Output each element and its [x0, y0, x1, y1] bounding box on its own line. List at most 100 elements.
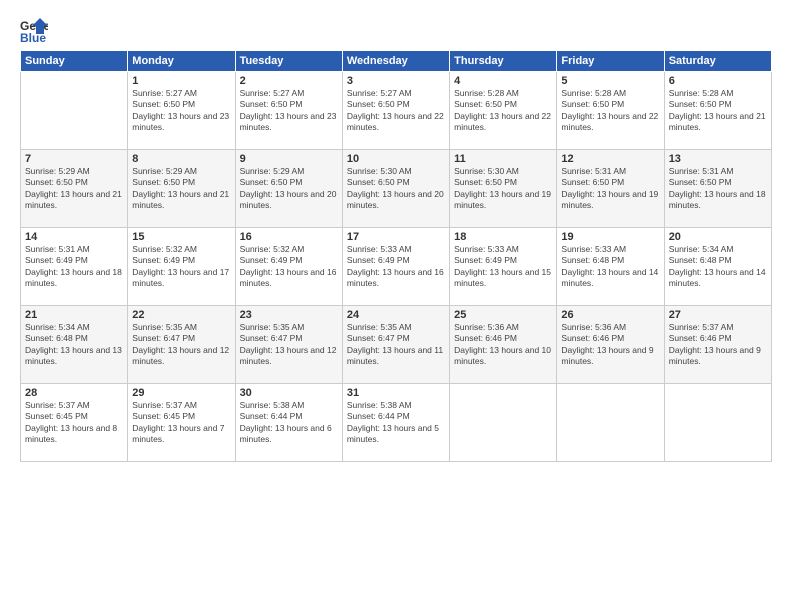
day-number: 11	[454, 153, 552, 165]
cell-content: Sunrise: 5:38 AMSunset: 6:44 PMDaylight:…	[347, 400, 445, 446]
cell-content: Sunrise: 5:31 AMSunset: 6:50 PMDaylight:…	[669, 166, 767, 212]
day-number: 6	[669, 75, 767, 87]
calendar-cell: 17Sunrise: 5:33 AMSunset: 6:49 PMDayligh…	[342, 228, 449, 306]
cell-content: Sunrise: 5:29 AMSunset: 6:50 PMDaylight:…	[132, 166, 230, 212]
calendar-cell: 23Sunrise: 5:35 AMSunset: 6:47 PMDayligh…	[235, 306, 342, 384]
cell-content: Sunrise: 5:31 AMSunset: 6:49 PMDaylight:…	[25, 244, 123, 290]
calendar-cell: 14Sunrise: 5:31 AMSunset: 6:49 PMDayligh…	[21, 228, 128, 306]
day-number: 31	[347, 387, 445, 399]
header-sunday: Sunday	[21, 51, 128, 72]
calendar-cell: 16Sunrise: 5:32 AMSunset: 6:49 PMDayligh…	[235, 228, 342, 306]
day-number: 19	[561, 231, 659, 243]
day-number: 7	[25, 153, 123, 165]
day-number: 1	[132, 75, 230, 87]
calendar-cell: 20Sunrise: 5:34 AMSunset: 6:48 PMDayligh…	[664, 228, 771, 306]
cell-content: Sunrise: 5:28 AMSunset: 6:50 PMDaylight:…	[454, 88, 552, 134]
calendar-week-row: 1Sunrise: 5:27 AMSunset: 6:50 PMDaylight…	[21, 72, 772, 150]
calendar-cell: 31Sunrise: 5:38 AMSunset: 6:44 PMDayligh…	[342, 384, 449, 462]
calendar-cell: 10Sunrise: 5:30 AMSunset: 6:50 PMDayligh…	[342, 150, 449, 228]
cell-content: Sunrise: 5:27 AMSunset: 6:50 PMDaylight:…	[240, 88, 338, 134]
calendar-cell	[21, 72, 128, 150]
calendar-cell: 4Sunrise: 5:28 AMSunset: 6:50 PMDaylight…	[450, 72, 557, 150]
cell-content: Sunrise: 5:30 AMSunset: 6:50 PMDaylight:…	[347, 166, 445, 212]
calendar-cell: 18Sunrise: 5:33 AMSunset: 6:49 PMDayligh…	[450, 228, 557, 306]
cell-content: Sunrise: 5:35 AMSunset: 6:47 PMDaylight:…	[347, 322, 445, 368]
day-number: 20	[669, 231, 767, 243]
calendar-cell: 7Sunrise: 5:29 AMSunset: 6:50 PMDaylight…	[21, 150, 128, 228]
cell-content: Sunrise: 5:32 AMSunset: 6:49 PMDaylight:…	[132, 244, 230, 290]
day-number: 10	[347, 153, 445, 165]
day-number: 26	[561, 309, 659, 321]
day-number: 2	[240, 75, 338, 87]
day-number: 13	[669, 153, 767, 165]
cell-content: Sunrise: 5:35 AMSunset: 6:47 PMDaylight:…	[132, 322, 230, 368]
calendar-cell: 2Sunrise: 5:27 AMSunset: 6:50 PMDaylight…	[235, 72, 342, 150]
calendar-cell: 19Sunrise: 5:33 AMSunset: 6:48 PMDayligh…	[557, 228, 664, 306]
calendar-cell: 11Sunrise: 5:30 AMSunset: 6:50 PMDayligh…	[450, 150, 557, 228]
page-header: General Blue	[20, 16, 772, 44]
calendar-cell: 24Sunrise: 5:35 AMSunset: 6:47 PMDayligh…	[342, 306, 449, 384]
day-number: 16	[240, 231, 338, 243]
calendar-page: General Blue SundayMondayTuesdayWednesda…	[0, 0, 792, 612]
calendar-cell	[664, 384, 771, 462]
day-number: 23	[240, 309, 338, 321]
cell-content: Sunrise: 5:36 AMSunset: 6:46 PMDaylight:…	[454, 322, 552, 368]
cell-content: Sunrise: 5:33 AMSunset: 6:49 PMDaylight:…	[347, 244, 445, 290]
day-number: 18	[454, 231, 552, 243]
day-number: 9	[240, 153, 338, 165]
calendar-cell	[450, 384, 557, 462]
day-number: 4	[454, 75, 552, 87]
cell-content: Sunrise: 5:34 AMSunset: 6:48 PMDaylight:…	[669, 244, 767, 290]
calendar-cell: 26Sunrise: 5:36 AMSunset: 6:46 PMDayligh…	[557, 306, 664, 384]
calendar-cell: 21Sunrise: 5:34 AMSunset: 6:48 PMDayligh…	[21, 306, 128, 384]
cell-content: Sunrise: 5:37 AMSunset: 6:45 PMDaylight:…	[132, 400, 230, 446]
calendar-cell: 5Sunrise: 5:28 AMSunset: 6:50 PMDaylight…	[557, 72, 664, 150]
calendar-cell: 29Sunrise: 5:37 AMSunset: 6:45 PMDayligh…	[128, 384, 235, 462]
cell-content: Sunrise: 5:31 AMSunset: 6:50 PMDaylight:…	[561, 166, 659, 212]
day-number: 15	[132, 231, 230, 243]
calendar-cell: 22Sunrise: 5:35 AMSunset: 6:47 PMDayligh…	[128, 306, 235, 384]
cell-content: Sunrise: 5:27 AMSunset: 6:50 PMDaylight:…	[132, 88, 230, 134]
calendar-week-row: 28Sunrise: 5:37 AMSunset: 6:45 PMDayligh…	[21, 384, 772, 462]
day-number: 25	[454, 309, 552, 321]
calendar-cell: 3Sunrise: 5:27 AMSunset: 6:50 PMDaylight…	[342, 72, 449, 150]
header-wednesday: Wednesday	[342, 51, 449, 72]
day-number: 24	[347, 309, 445, 321]
header-thursday: Thursday	[450, 51, 557, 72]
header-monday: Monday	[128, 51, 235, 72]
cell-content: Sunrise: 5:37 AMSunset: 6:45 PMDaylight:…	[25, 400, 123, 446]
day-number: 21	[25, 309, 123, 321]
cell-content: Sunrise: 5:37 AMSunset: 6:46 PMDaylight:…	[669, 322, 767, 368]
day-number: 3	[347, 75, 445, 87]
calendar-cell: 28Sunrise: 5:37 AMSunset: 6:45 PMDayligh…	[21, 384, 128, 462]
calendar-cell: 25Sunrise: 5:36 AMSunset: 6:46 PMDayligh…	[450, 306, 557, 384]
day-number: 12	[561, 153, 659, 165]
cell-content: Sunrise: 5:27 AMSunset: 6:50 PMDaylight:…	[347, 88, 445, 134]
cell-content: Sunrise: 5:32 AMSunset: 6:49 PMDaylight:…	[240, 244, 338, 290]
calendar-week-row: 21Sunrise: 5:34 AMSunset: 6:48 PMDayligh…	[21, 306, 772, 384]
calendar-cell: 27Sunrise: 5:37 AMSunset: 6:46 PMDayligh…	[664, 306, 771, 384]
cell-content: Sunrise: 5:33 AMSunset: 6:48 PMDaylight:…	[561, 244, 659, 290]
day-number: 28	[25, 387, 123, 399]
calendar-cell: 30Sunrise: 5:38 AMSunset: 6:44 PMDayligh…	[235, 384, 342, 462]
logo-icon: General Blue	[20, 16, 48, 44]
cell-content: Sunrise: 5:29 AMSunset: 6:50 PMDaylight:…	[25, 166, 123, 212]
calendar-cell	[557, 384, 664, 462]
cell-content: Sunrise: 5:36 AMSunset: 6:46 PMDaylight:…	[561, 322, 659, 368]
cell-content: Sunrise: 5:30 AMSunset: 6:50 PMDaylight:…	[454, 166, 552, 212]
calendar-cell: 6Sunrise: 5:28 AMSunset: 6:50 PMDaylight…	[664, 72, 771, 150]
day-number: 29	[132, 387, 230, 399]
day-number: 27	[669, 309, 767, 321]
cell-content: Sunrise: 5:38 AMSunset: 6:44 PMDaylight:…	[240, 400, 338, 446]
calendar-header-row: SundayMondayTuesdayWednesdayThursdayFrid…	[21, 51, 772, 72]
cell-content: Sunrise: 5:33 AMSunset: 6:49 PMDaylight:…	[454, 244, 552, 290]
day-number: 22	[132, 309, 230, 321]
calendar-table: SundayMondayTuesdayWednesdayThursdayFrid…	[20, 50, 772, 462]
header-friday: Friday	[557, 51, 664, 72]
day-number: 17	[347, 231, 445, 243]
calendar-cell: 12Sunrise: 5:31 AMSunset: 6:50 PMDayligh…	[557, 150, 664, 228]
day-number: 30	[240, 387, 338, 399]
calendar-week-row: 7Sunrise: 5:29 AMSunset: 6:50 PMDaylight…	[21, 150, 772, 228]
logo: General Blue	[20, 16, 52, 44]
day-number: 14	[25, 231, 123, 243]
